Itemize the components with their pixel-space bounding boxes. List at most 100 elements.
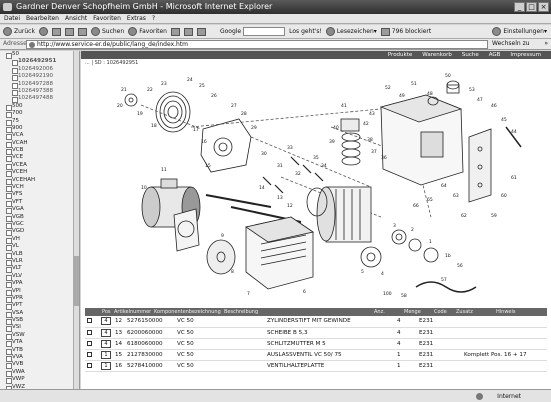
callout-label[interactable]: 65 (427, 197, 433, 203)
sidebar-tree-item[interactable]: 50 (0, 51, 79, 60)
callout-label[interactable]: 5 (361, 269, 364, 275)
forward-button[interactable] (38, 27, 48, 36)
row-checkbox[interactable] (87, 362, 92, 368)
callout-label[interactable]: 18 (151, 123, 157, 129)
nav-link[interactable]: Warenkorb (422, 51, 452, 59)
callout-label[interactable]: 24 (187, 77, 193, 83)
sidebar-scrollbar[interactable] (73, 51, 79, 389)
sidebar-tree-item[interactable]: 1026497488 (0, 95, 79, 104)
popup-blocker[interactable]: 796 blockiert (380, 27, 431, 36)
callout-label[interactable]: 38 (367, 137, 373, 143)
row-checkbox[interactable] (87, 340, 92, 346)
callout-label[interactable]: 12 (287, 203, 293, 209)
sidebar-tree-item[interactable]: VSW (0, 332, 79, 341)
callout-label[interactable]: 10 (141, 185, 147, 191)
callout-label[interactable]: 23 (161, 81, 167, 87)
sidebar-tree-item[interactable]: VFT (0, 199, 79, 208)
callout-label[interactable]: 21 (121, 87, 127, 93)
maximize-button[interactable]: □ (526, 2, 537, 12)
callout-label[interactable]: 2 (411, 227, 414, 233)
sidebar-tree-item[interactable]: VVA (0, 354, 79, 363)
sidebar-tree-item[interactable]: VGC (0, 221, 79, 230)
menu-item[interactable]: Datei (4, 14, 20, 23)
mail-button[interactable] (183, 27, 193, 36)
sidebar-tree-item[interactable]: VCEA (0, 162, 79, 171)
callout-label[interactable]: 33 (287, 145, 293, 151)
callout-label[interactable]: 1 (429, 239, 432, 245)
callout-label[interactable]: 61 (511, 175, 517, 181)
sidebar-tree-item[interactable]: VVB (0, 361, 79, 370)
refresh-button[interactable] (64, 27, 74, 36)
sidebar-tree-item[interactable]: VLT (0, 265, 79, 274)
quantity-input[interactable]: 1 (101, 350, 111, 359)
callout-label[interactable]: 37 (371, 149, 377, 155)
callout-label[interactable]: 17 (193, 127, 199, 133)
sidebar-tree-item[interactable]: VCE (0, 154, 79, 163)
bookmarks-button[interactable]: Lesezeichen▾ (325, 27, 377, 36)
sidebar-tree-item[interactable]: VTB (0, 347, 79, 356)
favorites-button[interactable]: Favoriten (128, 27, 167, 36)
sidebar-tree-item[interactable]: 1026492006 (0, 66, 79, 75)
sidebar-tree-item[interactable]: VFS (0, 191, 79, 200)
nav-link[interactable]: Suche (462, 51, 479, 59)
sidebar-tree-item[interactable]: VCAH (0, 140, 79, 149)
sidebar-tree-item[interactable]: VGB (0, 214, 79, 223)
row-checkbox[interactable] (87, 351, 92, 357)
callout-label[interactable]: 58 (401, 293, 407, 299)
callout-label[interactable]: 40 (333, 125, 339, 131)
callout-label[interactable]: 27 (231, 103, 237, 109)
callout-label[interactable]: 39 (329, 139, 335, 145)
quantity-input[interactable]: 4 (101, 328, 111, 337)
callout-label[interactable]: 60 (501, 193, 507, 199)
nav-link[interactable]: Impressum (510, 51, 541, 59)
callout-label[interactable]: 14 (259, 185, 265, 191)
callout-label[interactable]: 42 (363, 121, 369, 127)
callout-label[interactable]: 30 (261, 151, 267, 157)
menu-item[interactable]: Favoriten (93, 14, 121, 23)
close-button[interactable]: × (538, 2, 549, 12)
callout-label[interactable]: 44 (511, 129, 517, 135)
callout-label[interactable]: 47 (477, 97, 483, 103)
sidebar-scroll-thumb[interactable] (74, 256, 79, 306)
callout-label[interactable]: 51 (411, 81, 417, 87)
callout-label[interactable]: 57 (441, 277, 447, 283)
settings-button[interactable]: Einstellungen▾ (492, 27, 547, 36)
history-button[interactable] (170, 27, 180, 36)
callout-label[interactable]: 3 (393, 223, 396, 229)
table-row[interactable]: 1 15 2127830000 VC 50 AUSLASSVENTIL VC 50/ 7… (85, 349, 547, 361)
sidebar-tree-item[interactable]: 1026497288 (0, 81, 79, 90)
table-row[interactable]: 4 12 5276150000 VC 50 ZYLINDERSTIFT MIT GEWI… (85, 316, 547, 328)
callout-label[interactable]: 19 (137, 111, 143, 117)
callout-label[interactable]: 7 (247, 291, 250, 297)
sidebar-tree-item[interactable]: VLV (0, 273, 79, 282)
callout-label[interactable]: 100 (383, 291, 392, 297)
sidebar-tree-item[interactable]: VPA (0, 280, 79, 289)
sidebar-tree-item[interactable]: VGD (0, 228, 79, 237)
nav-link[interactable]: Produkte (388, 51, 412, 59)
sidebar-tree-item[interactable]: VPR (0, 295, 79, 304)
print-button[interactable] (196, 27, 206, 36)
callout-label[interactable]: 50 (445, 73, 451, 79)
callout-label[interactable]: 1b (445, 253, 451, 259)
callout-label[interactable]: 41 (341, 103, 347, 109)
callout-label[interactable]: 59 (491, 213, 497, 219)
sidebar-tree-item[interactable]: VLR (0, 258, 79, 267)
callout-label[interactable]: 64 (441, 183, 447, 189)
sidebar-tree-item[interactable]: VTA (0, 339, 79, 348)
menu-item[interactable]: Extras (127, 14, 146, 23)
callout-label[interactable]: 62 (461, 213, 467, 219)
sidebar-tree-item[interactable]: VL (0, 243, 79, 252)
sidebar-tree-item[interactable]: VSI (0, 324, 79, 333)
menu-item[interactable]: ? (152, 14, 155, 23)
callout-label[interactable]: 15 (205, 163, 211, 169)
sidebar-tree-item[interactable]: VCEH (0, 169, 79, 178)
callout-label[interactable]: 28 (241, 111, 247, 117)
sidebar-tree-item[interactable]: 700 (0, 110, 79, 119)
row-checkbox[interactable] (87, 318, 92, 324)
minimize-button[interactable]: _ (514, 2, 525, 12)
callout-label[interactable]: 9 (221, 233, 224, 239)
sidebar-tree-item[interactable]: VSB (0, 317, 79, 326)
callout-label[interactable]: 26 (211, 93, 217, 99)
callout-label[interactable]: 6 (303, 289, 306, 295)
table-row[interactable]: 1 16 5278410000 VC 50 VENTILHALTEPLATTE 1 E231 (85, 360, 547, 372)
